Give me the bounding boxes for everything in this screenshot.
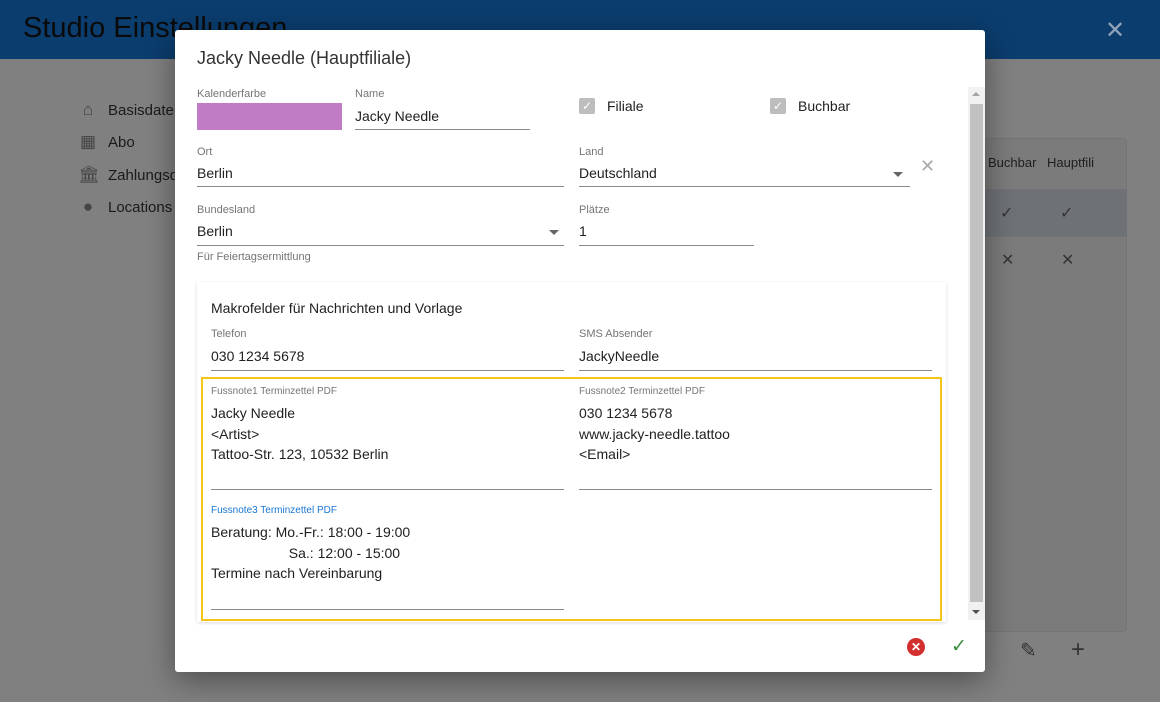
cancel-button[interactable]: ✕ <box>907 638 925 656</box>
sidebar-item-label: Basisdaten <box>108 101 183 119</box>
sidebar-item-locations[interactable]: ● Locations <box>78 197 172 217</box>
land-label: Land <box>579 146 604 158</box>
fussnote2-underline <box>579 489 932 490</box>
fussnote1-textarea[interactable]: Jacky Needle <Artist> Tattoo-Str. 123, 1… <box>211 403 388 465</box>
calendar-color-picker[interactable] <box>197 103 342 130</box>
bank-icon: 🏛 <box>78 165 100 184</box>
plaetze-input[interactable]: 1 <box>579 223 587 239</box>
sms-input[interactable]: JackyNeedle <box>579 348 659 364</box>
bundesland-select[interactable]: Berlin <box>197 223 233 239</box>
calendar-dollar-icon: ▦ <box>79 132 97 151</box>
fussnote1-label: Fussnote1 Terminzettel PDF <box>211 386 337 397</box>
name-label: Name <box>355 88 385 100</box>
home-gear-icon: ⌂ <box>82 100 94 119</box>
add-icon[interactable]: + <box>1071 636 1085 664</box>
ort-underline <box>197 186 564 187</box>
check-icon: ✓ <box>1000 205 1014 222</box>
telefon-input[interactable]: 030 1234 5678 <box>211 348 304 364</box>
sidebar-item-label: Zahlungsd <box>108 166 179 184</box>
buchbar-label: Buchbar <box>798 98 851 114</box>
fussnote2-label: Fussnote2 Terminzettel PDF <box>579 386 705 397</box>
close-icon[interactable]: ✕ <box>1105 16 1125 45</box>
name-underline <box>355 129 530 130</box>
cross-icon: ✕ <box>1001 252 1015 269</box>
fussnote3-label: Fussnote3 Terminzettel PDF <box>211 505 337 516</box>
sidebar-item-abo[interactable]: ▦ Abo <box>78 132 135 152</box>
sidebar-item-basisdaten[interactable]: ⌂ Basisdaten <box>78 100 182 120</box>
sidebar-item-zahlungsdaten[interactable]: 🏛 Zahlungsd <box>78 165 178 185</box>
scroll-up-icon[interactable] <box>972 92 980 96</box>
edit-icon[interactable]: ✎ <box>1020 638 1037 663</box>
fussnote3-underline <box>211 609 564 610</box>
cross-icon: ✕ <box>1061 252 1075 269</box>
filiale-label: Filiale <box>607 98 644 114</box>
fussnote3-textarea[interactable]: Beratung: Mo.-Fr.: 18:00 - 19:00 Sa.: 12… <box>211 522 410 584</box>
fussnote1-underline <box>211 489 564 490</box>
location-dialog: Jacky Needle (Hauptfiliale) Kalenderfarb… <box>175 30 985 672</box>
column-header-buchbar[interactable]: Buchbar <box>988 155 1036 170</box>
ort-label: Ort <box>197 146 213 158</box>
clear-land-icon[interactable]: ✕ <box>920 156 935 177</box>
land-select[interactable]: Deutschland <box>579 165 657 181</box>
bundesland-underline <box>197 245 564 246</box>
confirm-button[interactable]: ✓ <box>951 635 967 658</box>
sms-label: SMS Absender <box>579 328 653 340</box>
plaetze-label: Plätze <box>579 204 610 216</box>
telefon-underline <box>211 370 564 371</box>
sidebar-item-label: Locations <box>108 198 173 216</box>
ort-input[interactable]: Berlin <box>197 165 233 181</box>
buchbar-checkbox[interactable]: ✓ <box>770 98 786 114</box>
makro-title: Makrofelder für Nachrichten und Vorlage <box>211 300 463 316</box>
fussnote2-textarea[interactable]: 030 1234 5678 www.jacky-needle.tattoo <E… <box>579 403 730 465</box>
telefon-label: Telefon <box>211 328 247 340</box>
filiale-checkbox[interactable]: ✓ <box>579 98 595 114</box>
column-header-hauptfiliale[interactable]: Hauptfili <box>1047 155 1094 170</box>
scroll-down-icon[interactable] <box>972 610 980 614</box>
dropdown-arrow-icon[interactable] <box>549 230 559 235</box>
bundesland-hint: Für Feiertagsermittlung <box>197 251 311 263</box>
scrollbar[interactable] <box>968 87 985 620</box>
dialog-title: Jacky Needle (Hauptfiliale) <box>197 48 412 68</box>
kalenderfarbe-label: Kalenderfarbe <box>197 88 267 100</box>
sms-underline <box>579 370 932 371</box>
map-pin-icon: ● <box>82 197 94 216</box>
plaetze-underline <box>579 245 754 246</box>
check-icon: ✓ <box>1060 205 1074 222</box>
sidebar-item-label: Abo <box>108 133 135 151</box>
land-underline <box>579 186 910 187</box>
name-input[interactable]: Jacky Needle <box>355 108 439 124</box>
bundesland-label: Bundesland <box>197 204 256 216</box>
dropdown-arrow-icon[interactable] <box>893 172 903 177</box>
scrollbar-thumb[interactable] <box>970 104 983 602</box>
